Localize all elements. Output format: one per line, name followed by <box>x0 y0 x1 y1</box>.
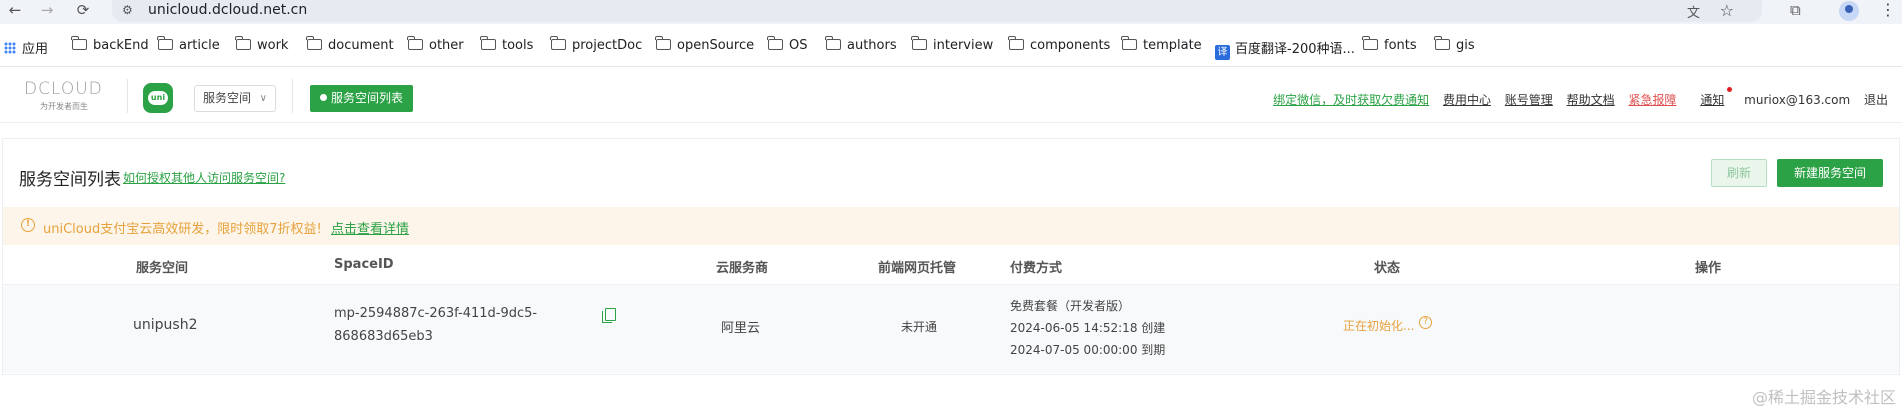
table-header: 服务空间 SpaceID 云服务商 前端网页托管 付费方式 状态 操作 <box>3 245 1899 285</box>
col-header: 状态 <box>1374 261 1401 276</box>
bookmark-item[interactable]: template <box>1121 36 1202 58</box>
folder-icon <box>655 36 671 50</box>
refresh-button[interactable]: 刷新 <box>1711 159 1767 187</box>
folder-icon <box>71 36 87 50</box>
bookmark-item[interactable]: gis <box>1434 36 1475 58</box>
folder-icon <box>480 36 496 50</box>
bookmark-item[interactable]: authors <box>825 36 897 58</box>
profile-avatar[interactable] <box>1839 1 1859 21</box>
folder-icon <box>825 36 841 50</box>
chevron-down-icon: ∨ <box>259 93 267 104</box>
col-header: 云服务商 <box>716 261 769 276</box>
dot-icon <box>319 94 327 101</box>
app-header: DCLOUD 为开发者而生 uni 服务空间 ∨ 服务空间列表 绑定微信，及时获取… <box>0 67 1902 123</box>
col-header: SpaceID <box>334 257 394 272</box>
col-header: 付费方式 <box>1010 261 1063 276</box>
bookmark-item[interactable]: backEnd <box>71 36 149 58</box>
space-name: unipush2 <box>133 317 198 333</box>
bookmarks-bar: 应用 backEnd article work document other t… <box>0 34 1902 60</box>
user-email[interactable]: muriox@163.com <box>1744 93 1850 107</box>
col-header: 服务空间 <box>136 261 189 276</box>
apps-grid-icon <box>4 42 16 54</box>
reload-icon[interactable]: ⟳ <box>72 0 94 22</box>
table-row: unipush2 mp-2594887c-263f-411d-9dc5- 868… <box>3 285 1899 373</box>
created-time: 2024-06-05 14:52:18 创建 <box>1010 321 1166 335</box>
bookmark-item[interactable]: tools <box>480 36 533 58</box>
folder-icon <box>1434 36 1450 50</box>
folder-icon <box>1121 36 1137 50</box>
extensions-icon[interactable]: ⧉ <box>1790 1 1801 19</box>
folder-icon <box>407 36 423 50</box>
question-icon[interactable]: ? <box>1419 316 1432 329</box>
divider <box>292 79 293 113</box>
bookmark-item[interactable]: fonts <box>1362 36 1417 58</box>
dcloud-logo[interactable]: DCLOUD 为开发者而生 <box>24 79 114 113</box>
space-list-card: 服务空间列表 如何授权其他人访问服务空间? 刷新 新建服务空间 ! uniClo… <box>2 138 1900 375</box>
status-text: 正在初始化... <box>1343 319 1415 333</box>
logo-wordmark: DCLOUD <box>24 79 103 99</box>
authorize-help-link[interactable]: 如何授权其他人访问服务空间? <box>123 169 285 186</box>
new-space-button[interactable]: 新建服务空间 <box>1777 159 1883 187</box>
bookmark-item[interactable]: document <box>306 36 394 58</box>
address-bar[interactable]: ⚙ unicloud.dcloud.net.cn 文 ☆ <box>112 0 1762 22</box>
bind-wechat-link[interactable]: 绑定微信，及时获取欠费通知 <box>1273 93 1429 107</box>
folder-icon <box>1008 36 1024 50</box>
unread-dot-icon <box>1727 87 1733 92</box>
emergency-link[interactable]: 紧急报障 <box>1628 93 1676 107</box>
forward-arrow-icon[interactable]: → <box>36 0 58 22</box>
warning-icon: ! <box>21 218 35 232</box>
provider: 阿里云 <box>721 321 761 336</box>
bookmark-star-icon[interactable]: ☆ <box>1720 1 1734 20</box>
col-header: 操作 <box>1695 261 1722 276</box>
col-header: 前端网页托管 <box>878 261 957 276</box>
folder-icon <box>911 36 927 50</box>
account-link[interactable]: 账号管理 <box>1505 93 1553 107</box>
site-settings-icon[interactable]: ⚙ <box>122 3 133 17</box>
url-text[interactable]: unicloud.dcloud.net.cn <box>148 2 307 18</box>
divider <box>127 79 128 113</box>
translate-icon[interactable]: 文 <box>1687 2 1700 21</box>
banner-details-link[interactable]: 点击查看详情 <box>331 218 409 237</box>
promo-banner: ! uniCloud支付宝云高效研发，限时领取7折权益! 点击查看详情 <box>3 207 1899 245</box>
help-docs-link[interactable]: 帮助文档 <box>1567 93 1615 107</box>
bookmark-item[interactable]: components <box>1008 36 1110 58</box>
hosting-status: 未开通 <box>901 320 938 334</box>
folder-icon <box>1362 36 1378 50</box>
bookmark-item[interactable]: article <box>157 36 220 58</box>
uni-logo-icon: uni <box>143 83 173 113</box>
bookmark-item[interactable]: OS <box>767 36 807 58</box>
bookmark-item[interactable]: projectDoc <box>550 36 642 58</box>
banner-text: uniCloud支付宝云高效研发，限时领取7折权益! <box>43 222 322 237</box>
notice-link[interactable]: 通知 <box>1690 87 1733 107</box>
watermark: @稀土掘金技术社区 <box>1751 388 1896 407</box>
plan-name: 免费套餐（开发者版） <box>1010 299 1131 313</box>
bookmark-apps[interactable]: 应用 <box>4 38 48 58</box>
folder-icon <box>550 36 566 50</box>
bookmark-item[interactable]: interview <box>911 36 993 58</box>
copy-icon[interactable] <box>602 308 616 323</box>
browser-toolbar: ← → ⟳ ⚙ unicloud.dcloud.net.cn 文 ☆ ⧉ ⋮ <box>0 0 1902 24</box>
top-links: 绑定微信，及时获取欠费通知 费用中心 账号管理 帮助文档 紧急报障 通知 mur… <box>1263 87 1888 108</box>
bookmark-translate[interactable]: 译百度翻译-200种语... <box>1215 38 1355 60</box>
bookmark-item[interactable]: work <box>235 36 288 58</box>
back-arrow-icon[interactable]: ← <box>4 0 26 22</box>
folder-icon <box>306 36 322 50</box>
bookmark-item[interactable]: other <box>407 36 464 58</box>
space-id-line2: 868683d65eb3 <box>334 329 433 344</box>
space-select-dropdown[interactable]: 服务空间 ∨ <box>194 85 276 112</box>
space-id-line1: mp-2594887c-263f-411d-9dc5- <box>334 306 538 321</box>
translate-logo-icon: 译 <box>1215 45 1230 60</box>
page-title: 服务空间列表 <box>19 170 121 190</box>
logo-subtitle: 为开发者而生 <box>40 102 88 111</box>
folder-icon <box>157 36 173 50</box>
folder-icon <box>767 36 783 50</box>
more-menu-icon[interactable]: ⋮ <box>1880 0 1896 19</box>
logout-link[interactable]: 退出 <box>1864 93 1888 107</box>
expire-time: 2024-07-05 00:00:00 到期 <box>1010 343 1166 357</box>
folder-icon <box>235 36 251 50</box>
billing-link[interactable]: 费用中心 <box>1443 93 1491 107</box>
space-list-button[interactable]: 服务空间列表 <box>310 85 413 112</box>
bookmark-item[interactable]: openSource <box>655 36 754 58</box>
